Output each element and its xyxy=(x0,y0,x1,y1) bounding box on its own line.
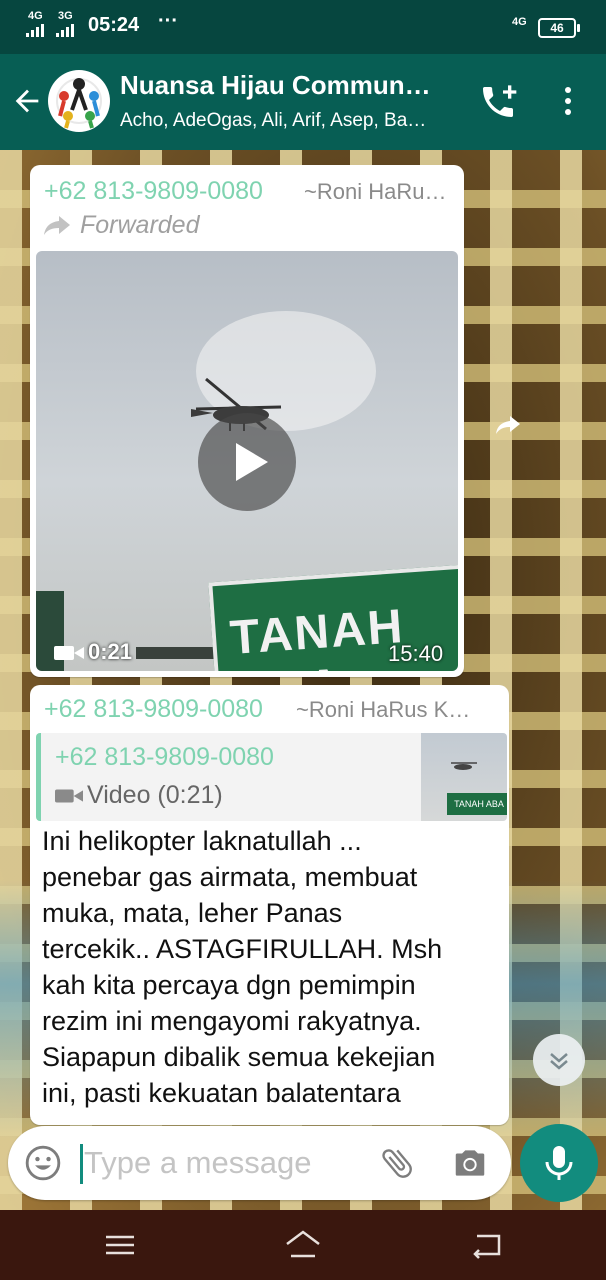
chat-header: Nuansa Hijau Commun… Acho, AdeOgas, Ali,… xyxy=(0,54,606,150)
play-button[interactable] xyxy=(198,413,296,511)
network-label-1: 4G xyxy=(28,10,43,22)
group-avatar[interactable] xyxy=(48,70,110,132)
scroll-to-bottom-button[interactable] xyxy=(533,1034,585,1086)
add-call-icon[interactable] xyxy=(478,82,518,122)
clock: 05:24 xyxy=(88,14,140,36)
play-icon xyxy=(236,443,268,481)
sender-phone[interactable]: +62 813-9809-0080 xyxy=(44,177,263,206)
network-label-right: 4G xyxy=(512,16,527,28)
sender-phone[interactable]: +62 813-9809-0080 xyxy=(44,695,263,724)
video-thumbnail[interactable]: TANAH ABA 0:21 15:40 xyxy=(36,251,458,671)
sender-push-name: ~Roni HaRus K… xyxy=(296,697,471,722)
more-vert-icon[interactable] xyxy=(556,84,580,120)
double-chevron-down-icon xyxy=(550,1053,568,1070)
quoted-sender: +62 813-9809-0080 xyxy=(55,743,274,771)
mic-icon xyxy=(545,1146,573,1180)
video-duration-text: 0:21 xyxy=(88,639,133,664)
text-cursor xyxy=(80,1144,83,1184)
more-notifications-icon: ··· xyxy=(158,10,178,32)
battery-level: 46 xyxy=(550,21,564,35)
video-duration: 0:21 xyxy=(54,639,132,665)
forwarded-icon xyxy=(44,216,70,236)
message-text: Ini helikopter laknatullah ... penebar g… xyxy=(42,826,443,1108)
back-arrow-icon[interactable] xyxy=(10,84,44,118)
message-bubble-text[interactable]: +62 813-9809-0080 ~Roni HaRus K… +62 813… xyxy=(30,685,509,1125)
mic-button[interactable] xyxy=(520,1124,598,1202)
battery-icon: 46 xyxy=(538,18,580,38)
message-composer: Type a message xyxy=(8,1126,511,1200)
video-camera-icon xyxy=(54,646,84,661)
quoted-type-text: Video (0:21) xyxy=(87,781,223,809)
quoted-helicopter-image xyxy=(451,762,477,770)
attach-icon[interactable] xyxy=(378,1144,416,1182)
network-label-2: 3G xyxy=(58,10,73,22)
menu-icon[interactable] xyxy=(100,1228,140,1262)
system-nav-bar xyxy=(0,1210,606,1280)
message-bubble-video[interactable]: +62 813-9809-0080 ~Roni HaRu… Forwarded … xyxy=(30,165,464,677)
quoted-sign: TANAH ABA xyxy=(447,793,507,815)
forwarded-label: Forwarded xyxy=(44,211,200,240)
message-time: 15:40 xyxy=(388,641,444,666)
signal-icon-2 xyxy=(56,24,74,37)
forwarded-text: Forwarded xyxy=(80,211,200,239)
status-bar: 4G 3G 05:24 ··· 4G 46 xyxy=(0,0,606,54)
camera-icon[interactable] xyxy=(451,1144,489,1182)
quoted-message[interactable]: +62 813-9809-0080 Video (0:21) TANAH ABA xyxy=(36,733,507,821)
message-input[interactable]: Type a message xyxy=(84,1145,311,1181)
signal-icon xyxy=(26,24,44,37)
sender-push-name: ~Roni HaRu… xyxy=(304,179,447,204)
chat-participants[interactable]: Acho, AdeOgas, Ali, Arif, Asep, Ba… xyxy=(120,110,426,132)
quoted-thumbnail: TANAH ABA xyxy=(421,733,507,821)
home-icon[interactable] xyxy=(283,1228,323,1262)
video-camera-icon xyxy=(55,789,83,803)
emoji-icon[interactable] xyxy=(24,1144,62,1182)
chat-title[interactable]: Nuansa Hijau Commun… xyxy=(120,70,431,101)
back-icon[interactable] xyxy=(467,1228,507,1262)
community-logo-icon xyxy=(56,78,102,129)
share-forward-icon[interactable] xyxy=(486,402,530,446)
quoted-type: Video (0:21) xyxy=(55,781,223,810)
